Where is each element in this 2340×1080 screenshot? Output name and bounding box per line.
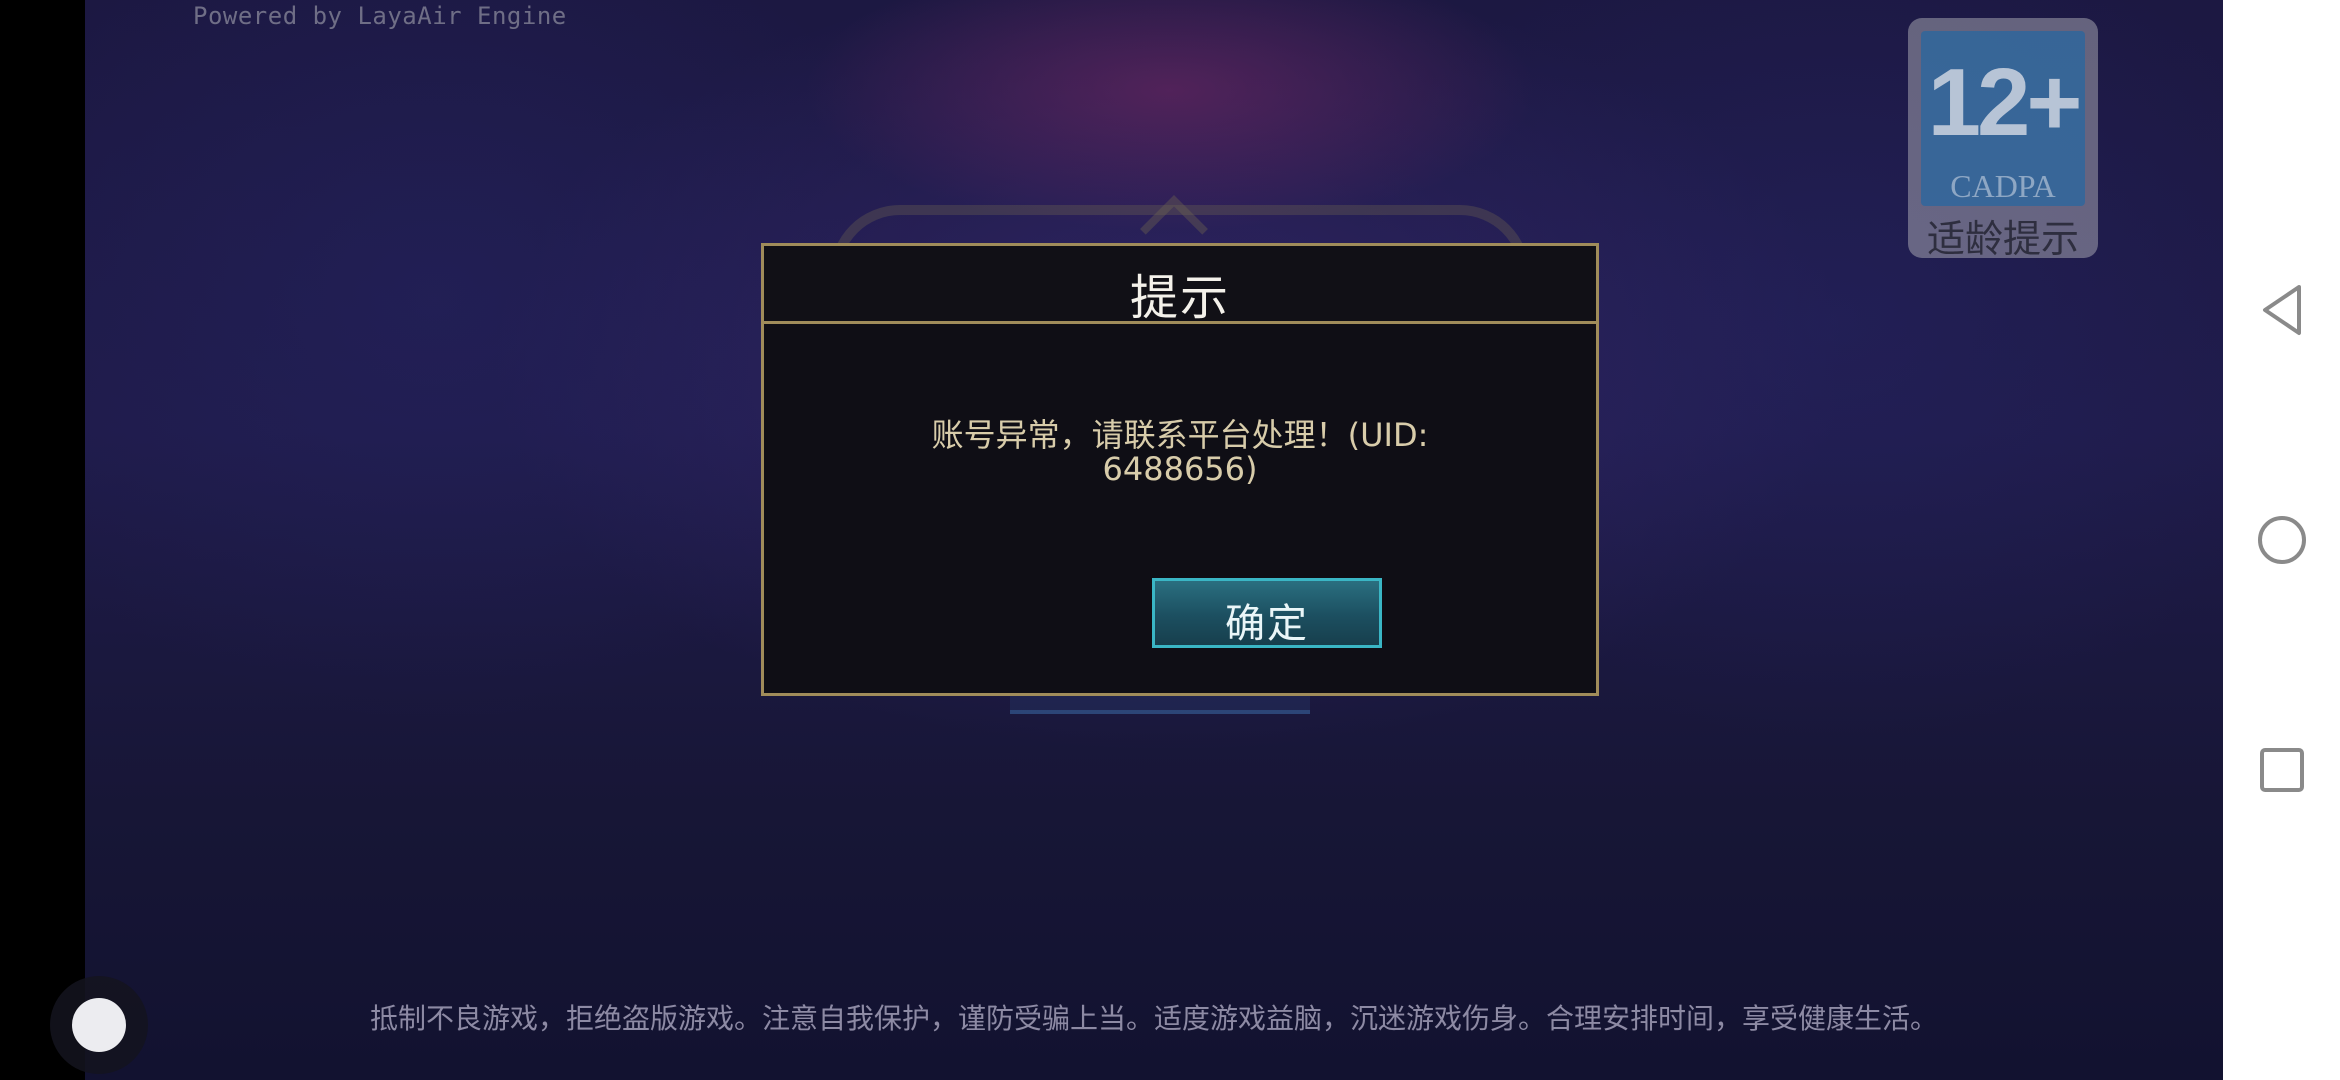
dialog-header: 提示 — [764, 246, 1596, 326]
system-navigation-bar — [2223, 0, 2340, 1080]
circle-home-icon — [2257, 516, 2306, 564]
floating-button-dot-icon — [72, 998, 126, 1052]
game-canvas[interactable]: Powered by LayaAir Engine 12+ CADPA 适龄提示… — [85, 0, 2223, 1080]
dialog-title: 提示 — [1129, 270, 1230, 326]
screen: Powered by LayaAir Engine 12+ CADPA 适龄提示… — [0, 0, 2340, 1080]
dialog-message: 账号异常，请联系平台处理！(UID: 6488656) — [864, 418, 1496, 486]
nav-back-button[interactable] — [2223, 260, 2340, 360]
age-rating-org: CADPA — [1950, 168, 2056, 204]
nav-home-button[interactable] — [2223, 490, 2340, 590]
nav-recents-button[interactable] — [2223, 720, 2340, 820]
floating-assistive-button[interactable] — [50, 976, 148, 1074]
age-rating-number: 12+ — [1927, 49, 2083, 156]
dialog-message-line1: 账号异常，请联系平台处理！(UID: — [931, 416, 1429, 454]
age-rating-label: 适龄提示 — [1926, 217, 2079, 261]
confirm-button[interactable]: 确定 — [1152, 578, 1382, 648]
triangle-back-icon — [2262, 285, 2301, 335]
square-recents-icon — [2259, 748, 2304, 792]
age-rating-badge[interactable]: 12+ CADPA 适龄提示 — [1908, 18, 2098, 261]
dialog-message-line2: 6488656) — [1102, 450, 1258, 488]
health-notice: 抵制不良游戏，拒绝盗版游戏。注意自我保护，谨防受骗上当。适度游戏益脑，沉迷游戏伤… — [369, 1002, 1938, 1035]
alert-dialog: 提示 账号异常，请联系平台处理！(UID: 6488656) 确定 — [761, 243, 1599, 696]
confirm-button-label: 确定 — [1225, 601, 1309, 647]
engine-credit: Powered by LayaAir Engine — [193, 2, 567, 30]
